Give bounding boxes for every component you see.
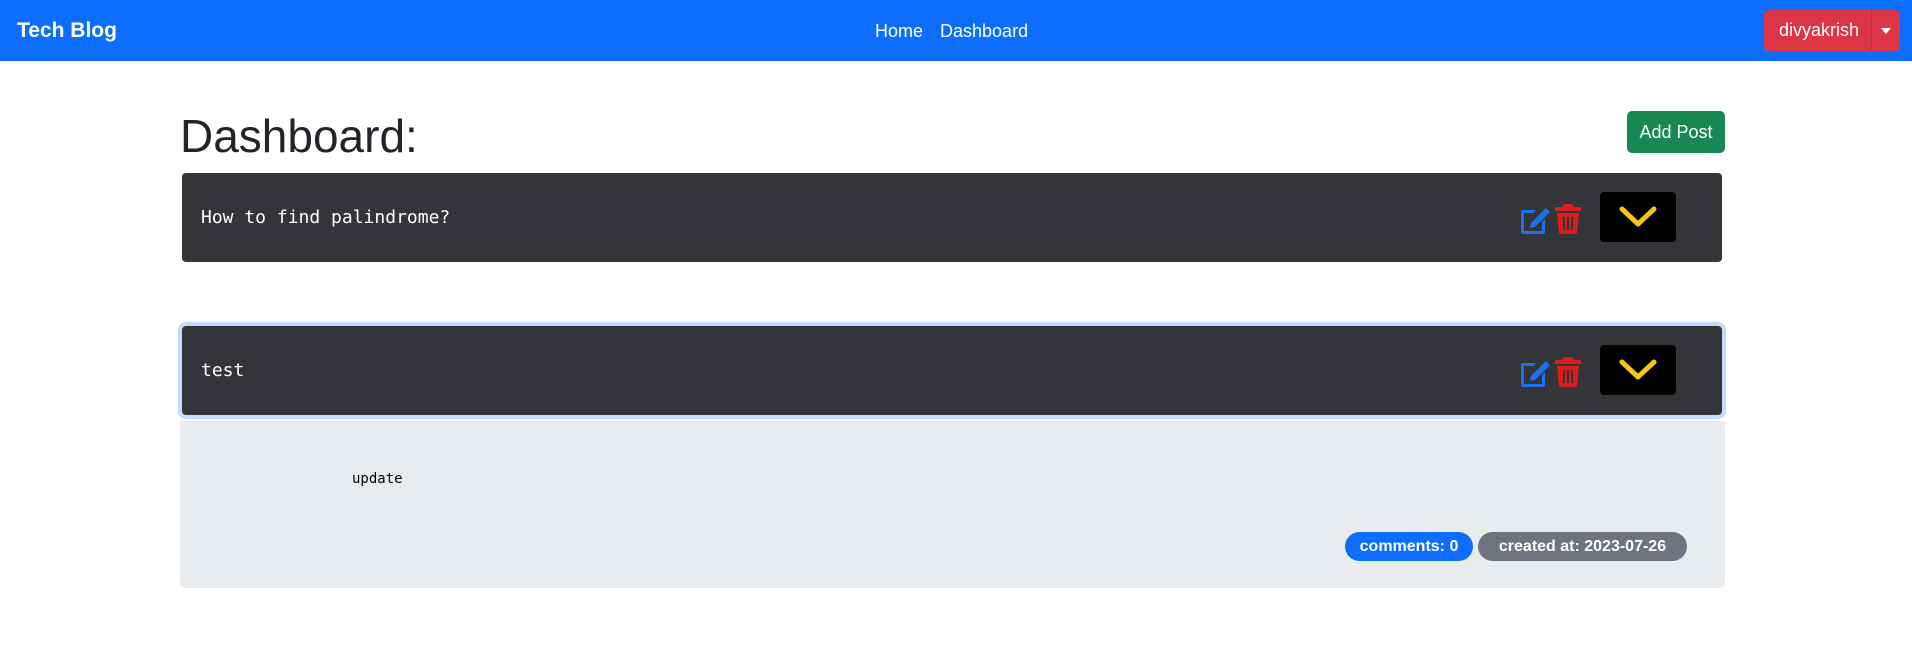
expand-toggle-button[interactable] [1600,192,1676,242]
chevron-down-icon [1619,206,1657,227]
expand-toggle-button[interactable] [1600,345,1676,395]
nav-links: Home Dashboard [875,20,1028,42]
nav-link-home[interactable]: Home [875,20,923,42]
post-content: update [352,471,403,487]
trash-icon[interactable] [1554,356,1582,388]
caret-down-icon [1881,27,1891,34]
post-body: update comments: 0 created at: 2023-07-2… [180,421,1725,588]
nav-link-dashboard[interactable]: Dashboard [940,20,1028,42]
dropdown-toggle-button[interactable] [1872,10,1900,51]
post-header[interactable]: How to find palindrome? [182,173,1722,262]
user-name-button[interactable]: divyakrish [1764,10,1871,51]
post-header[interactable]: test [182,326,1722,415]
created-at-badge: created at: 2023-07-26 [1478,532,1687,561]
add-post-button[interactable]: Add Post [1627,111,1725,153]
trash-icon[interactable] [1554,203,1582,235]
user-dropdown: divyakrish [1764,10,1900,51]
edit-icon[interactable] [1518,204,1552,236]
edit-icon[interactable] [1518,357,1552,389]
page-title: Dashboard: [180,110,418,162]
comments-badge: comments: 0 [1345,532,1473,561]
brand-logo[interactable]: Tech Blog [17,18,117,44]
post-title: How to find palindrome? [201,207,451,228]
post-title: test [201,360,245,381]
navbar: Tech Blog Home Dashboard divyakrish [0,0,1912,61]
chevron-down-icon [1619,359,1657,380]
